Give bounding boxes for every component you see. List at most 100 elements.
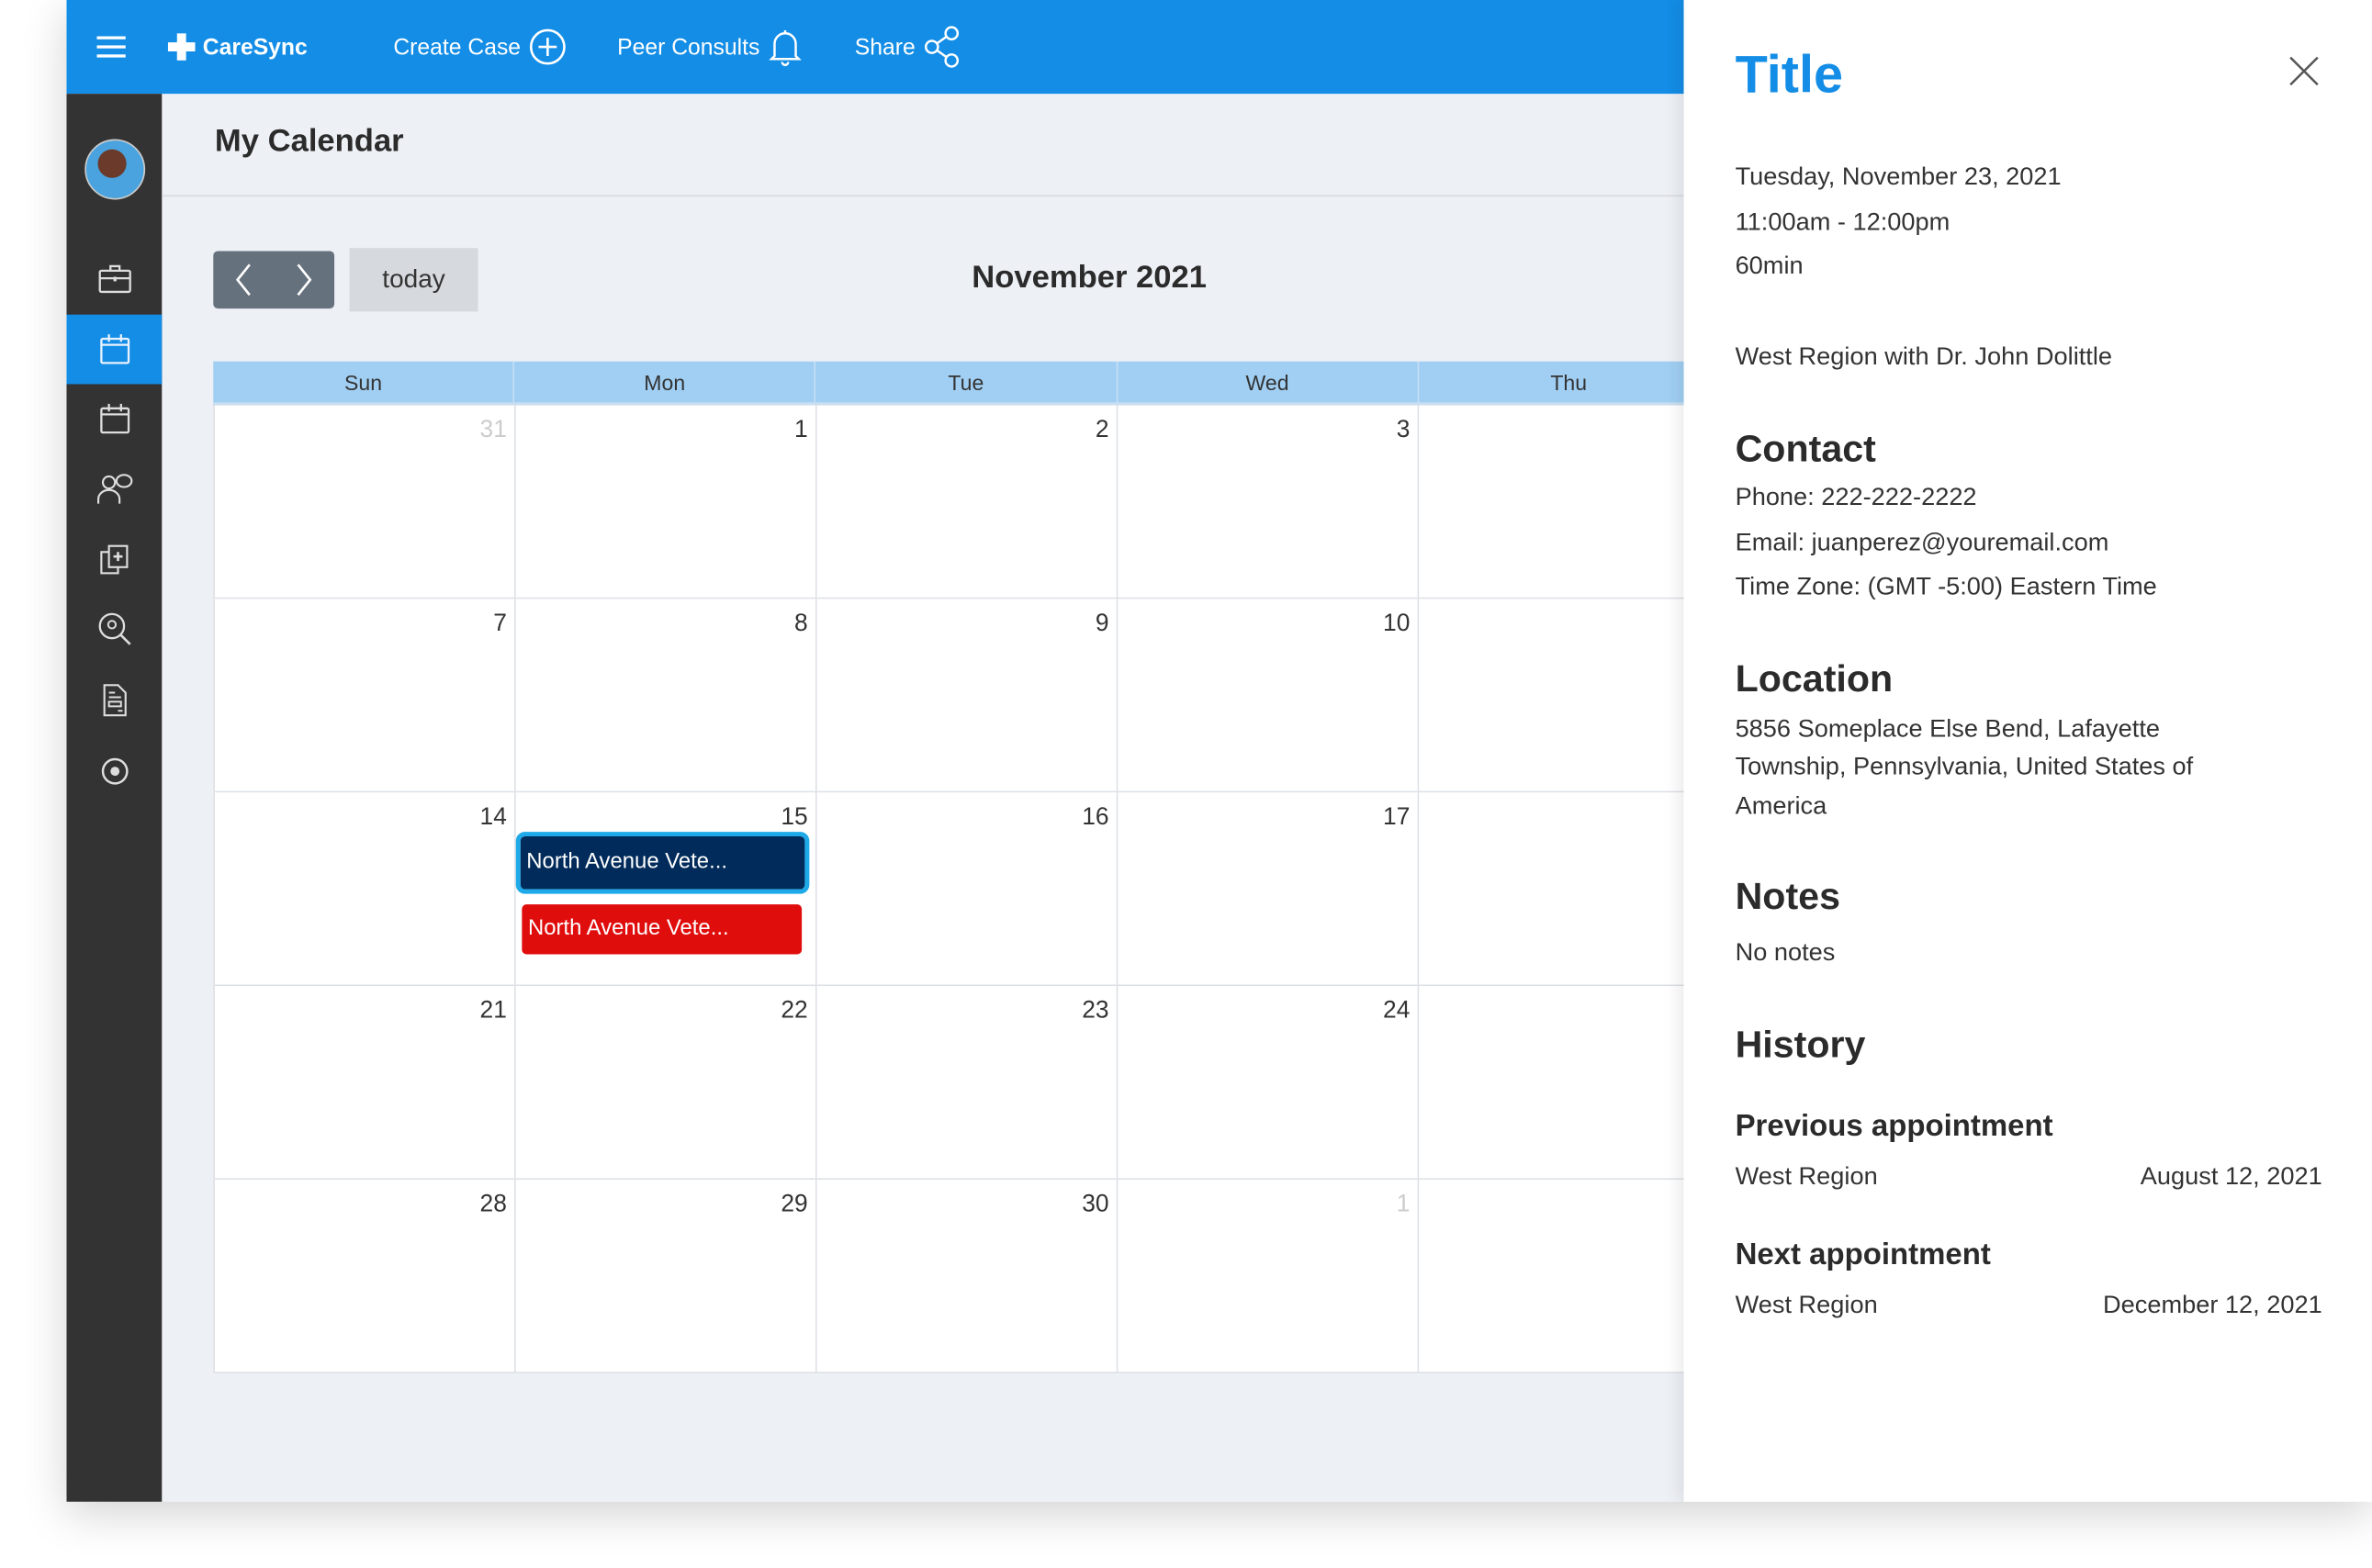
chevron-right-icon[interactable] [294,262,315,298]
location-line: Township, Pennsylvania, United States of [1735,753,2194,781]
share-icon [925,26,960,68]
calendar-day[interactable]: 18 [1419,792,1721,985]
day-number: 30 [1082,1192,1109,1218]
location-line: 5856 Someplace Else Bend, Lafayette [1735,715,2160,743]
calendar-day[interactable]: 3 [1118,405,1420,598]
location-search-icon [97,612,130,645]
calendar-week: 31 1 2 34 [213,405,1721,599]
calendar-alt-icon [99,403,129,434]
notes-text: No notes [1735,939,1836,967]
calendar-day[interactable]: 30 [816,1179,1119,1372]
record-icon [100,757,128,785]
previous-region: West Region [1735,1162,1878,1191]
weekday-header: Sun Mon Tue Wed Thu [213,361,1721,406]
add-document-icon [99,544,128,575]
day-number: 3 [1396,417,1411,443]
next-date: December 12, 2021 [2102,1291,2322,1319]
event-with: West Region with Dr. John Dolittle [1735,342,2113,371]
calendar-day[interactable]: 11 [1419,599,1721,791]
calendar-event[interactable]: North Avenue Vete... [522,904,803,955]
calendar-day[interactable]: 16 [816,792,1119,985]
sidebar-item-peer-consults[interactable] [66,454,162,523]
calendar-day[interactable]: 7 [213,599,516,791]
sidebar [66,94,163,1502]
event-duration: 60min [1735,252,1804,280]
create-case-button[interactable]: Create Case [393,0,568,94]
calendar-week: 14 15 North Avenue Vete... North Avenue Vet… [213,792,1721,987]
calendar-day[interactable]: 1 [515,405,817,598]
weekday-sun: Sun [213,361,515,403]
sidebar-item-calendar[interactable] [66,314,163,385]
calendar-day[interactable]: 15 North Avenue Vete... North Avenue Vete.… [515,792,817,985]
contact-email[interactable]: Email: juanperez@youremail.com [1736,530,2109,558]
sidebar-item-cases[interactable] [66,243,162,313]
calendar-week: 28 29 30 12 [213,1179,1721,1373]
hamburger-icon [96,36,126,58]
calendar-day[interactable]: 4 [1419,405,1721,598]
contact-timezone: Time Zone: (GMT -5:00) Eastern Time [1735,573,2157,601]
app-window: CareSync Create Case Peer Consults Share [66,0,2372,1502]
next-appointment-heading: Next appointment [1735,1238,1991,1272]
top-header: CareSync Create Case Peer Consults Share [66,0,1684,95]
calendar-day[interactable]: 28 [213,1179,516,1372]
event-details-panel: Title Tuesday, November 23, 2021 11:00am… [1683,0,2372,1502]
day-number: 21 [479,998,507,1025]
divider [162,195,1827,197]
next-appointment-row: West Region December 12, 2021 [1736,1292,2322,1320]
peer-consults-button[interactable]: Peer Consults [617,0,804,94]
calendar-day[interactable]: 2 [1419,1179,1721,1372]
day-number: 10 [1383,610,1411,637]
chevron-left-icon[interactable] [233,262,254,298]
plus-circle-icon [530,28,567,65]
previous-appointment-row: West Region August 12, 2021 [1736,1163,2322,1192]
calendar-icon [99,334,129,364]
day-number: 29 [781,1192,808,1218]
calendar-day[interactable]: 31 [213,405,516,598]
plus-logo-icon [167,33,196,61]
calendar-day[interactable]: 23 [816,986,1119,1179]
day-number: 14 [479,804,507,831]
weekday-thu: Thu [1419,361,1721,403]
location-line: America [1735,792,1827,820]
weekday-wed: Wed [1118,361,1419,403]
calendar-day[interactable]: 25 [1419,986,1721,1179]
calendar-nav [213,251,335,309]
calendar-day[interactable]: 10 [1118,599,1420,791]
calendar-day[interactable]: 8 [515,599,817,791]
sidebar-item-location-search[interactable] [66,594,162,664]
calendar-day[interactable]: 29 [515,1179,817,1372]
notes-heading: Notes [1735,875,1841,918]
calendar-day[interactable]: 17 [1118,792,1420,985]
menu-button[interactable] [96,0,127,94]
sidebar-item-add-document[interactable] [66,525,162,595]
calendar-week: 7 8 9 10 11 [213,599,1721,793]
calendar-day[interactable]: 14 [213,792,516,985]
peer-consult-icon [96,474,132,504]
day-number: 8 [794,610,808,637]
briefcase-icon [97,264,131,294]
calendar-day[interactable]: 22 [515,986,817,1179]
calendar-day[interactable]: 1 [1118,1179,1420,1372]
sidebar-item-schedule[interactable] [66,384,162,454]
calendar-day[interactable]: 9 [816,599,1119,791]
brand-logo[interactable]: CareSync [167,0,308,94]
calendar-day[interactable]: 21 [213,986,516,1179]
sidebar-item-record[interactable] [66,736,162,806]
sidebar-item-reports[interactable] [66,666,162,735]
contact-heading: Contact [1735,428,1876,471]
location-heading: Location [1735,657,1894,700]
event-time: 11:00am - 12:00pm [1735,208,1950,236]
calendar-event[interactable]: North Avenue Vete... [515,832,810,894]
day-number: 23 [1082,998,1109,1025]
calendar-day[interactable]: 24 [1118,986,1420,1179]
today-button[interactable]: today [349,248,478,312]
calendar-day[interactable]: 2 [816,405,1119,598]
day-number: 22 [781,998,808,1025]
close-icon[interactable] [2289,56,2320,86]
day-number: 1 [794,417,808,443]
weekday-mon: Mon [514,361,816,403]
avatar[interactable] [84,139,146,200]
calendar-grid: SunMonTueWedThu 31123478910111415North A… [213,361,1721,1373]
history-heading: History [1735,1024,1866,1067]
share-button[interactable]: Share [855,0,962,94]
